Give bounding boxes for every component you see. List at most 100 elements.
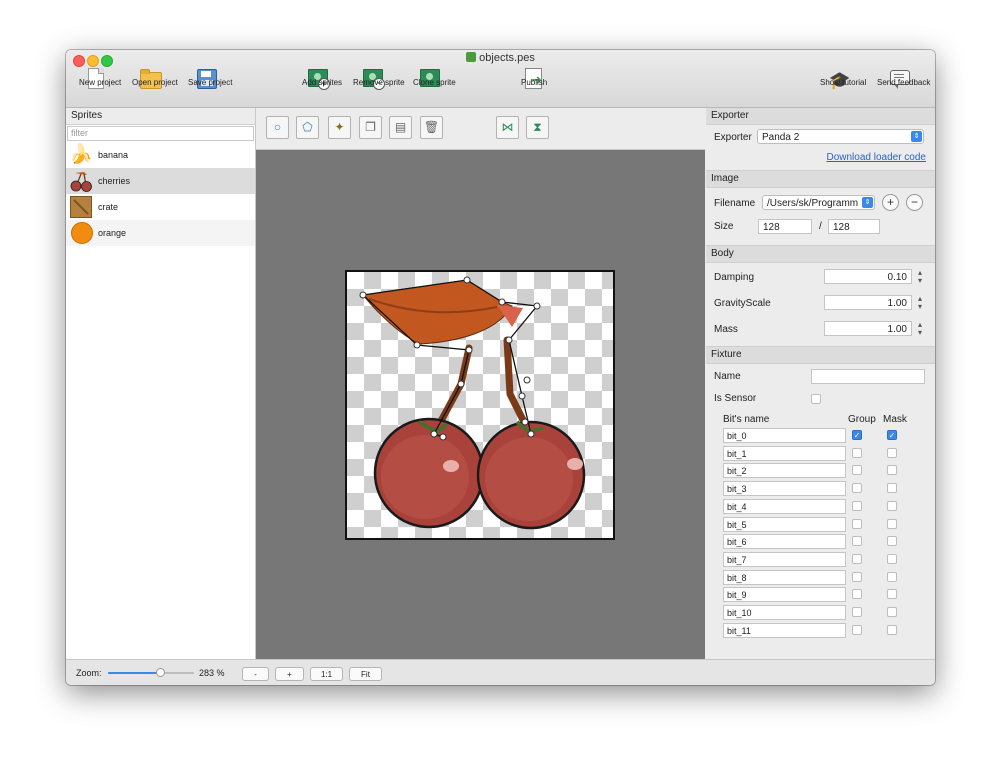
remove-image-button[interactable]: − bbox=[906, 194, 923, 211]
magic-wand-button[interactable]: ✦ bbox=[328, 116, 351, 139]
bit-name-field[interactable]: bit_2 bbox=[723, 463, 846, 479]
exporter-value: Panda 2 bbox=[762, 132, 800, 143]
publish-label: Publish bbox=[521, 78, 548, 87]
damping-stepper[interactable]: ▴ ▾ bbox=[916, 269, 924, 285]
filename-select[interactable]: /Users/sk/Programm ⇕ bbox=[762, 195, 875, 210]
sprite-canvas[interactable] bbox=[345, 270, 615, 540]
sensor-checkbox[interactable] bbox=[811, 394, 821, 404]
delete-button[interactable]: 🗑 bbox=[420, 116, 443, 139]
polygon-tool-button[interactable]: ⬠ bbox=[296, 116, 319, 139]
add-sprites-button[interactable]: + Add sprites bbox=[294, 67, 342, 90]
new-project-label: New project bbox=[79, 78, 122, 87]
remove-sprite-button[interactable]: − Remove sprite bbox=[345, 67, 405, 90]
gravity-label: GravityScale bbox=[714, 298, 771, 309]
bit-group-checkbox[interactable] bbox=[852, 553, 862, 564]
bit-name-field[interactable]: bit_9 bbox=[723, 587, 846, 603]
bit-group-checkbox[interactable] bbox=[852, 607, 862, 617]
gravity-stepper[interactable]: ▴ ▾ bbox=[916, 295, 924, 311]
exporter-label: Exporter bbox=[714, 132, 752, 143]
banana-icon: 🍌 bbox=[69, 144, 93, 165]
sprite-filter-input[interactable]: filter bbox=[67, 126, 254, 141]
gravity-field[interactable]: 1.00 bbox=[824, 295, 912, 310]
bit-group-checkbox[interactable] bbox=[852, 518, 862, 529]
bit-name-field[interactable]: bit_3 bbox=[723, 481, 846, 497]
orange-icon bbox=[71, 222, 93, 244]
download-loader-link[interactable]: Download loader code bbox=[826, 152, 926, 163]
bit-name-field[interactable]: bit_8 bbox=[723, 569, 846, 585]
bit-name-field[interactable]: bit_0 bbox=[723, 428, 846, 443]
flip-horizontal-icon: ⋈ bbox=[501, 120, 514, 134]
size-width-field[interactable]: 128 bbox=[758, 219, 812, 234]
size-height-field[interactable]: 128 bbox=[828, 219, 880, 234]
flip-vertical-button[interactable]: ⧗ bbox=[526, 116, 549, 139]
bit-group-checkbox[interactable] bbox=[852, 589, 862, 600]
circle-tool-button[interactable]: ○ bbox=[266, 116, 289, 139]
clone-sprite-button[interactable]: Clone sprite bbox=[405, 67, 456, 89]
bit-name-field[interactable]: bit_11 bbox=[723, 622, 846, 638]
bit-name-field[interactable]: bit_7 bbox=[723, 551, 846, 567]
new-project-button[interactable]: New project bbox=[71, 67, 121, 90]
bit-group-checkbox[interactable] bbox=[852, 536, 862, 547]
bit-name-field[interactable]: bit_1 bbox=[723, 445, 846, 461]
size-separator: / bbox=[819, 221, 822, 232]
bits-table: Bit's name Group Mask bit_0 ✓ ✓ bit_1 bit_2 b… bbox=[706, 410, 935, 638]
sprite-item-banana[interactable]: 🍌 banana bbox=[66, 142, 255, 168]
bit-name-field[interactable]: bit_4 bbox=[723, 498, 846, 514]
bit-mask-checkbox[interactable] bbox=[887, 571, 897, 582]
add-image-button[interactable]: + bbox=[882, 194, 899, 211]
bit-name-field[interactable]: bit_6 bbox=[723, 534, 846, 550]
filename-value: /Users/sk/Programm bbox=[767, 198, 859, 209]
bit-name-field[interactable]: bit_5 bbox=[723, 516, 846, 532]
bit-mask-checkbox[interactable] bbox=[887, 536, 897, 547]
bit-mask-checkbox[interactable] bbox=[887, 483, 897, 494]
bit-group-checkbox[interactable] bbox=[852, 624, 862, 635]
zoom-in-button[interactable]: + bbox=[275, 667, 304, 681]
zoom-out-button[interactable]: - bbox=[242, 667, 269, 681]
zoom-fit-button[interactable]: Fit bbox=[349, 667, 382, 681]
mass-field[interactable]: 1.00 bbox=[824, 321, 912, 336]
show-tutorial-button[interactable]: 🎓 Show tutorial bbox=[812, 67, 866, 90]
bit-mask-checkbox[interactable] bbox=[887, 447, 897, 458]
bit-mask-checkbox[interactable] bbox=[887, 607, 897, 617]
flip-horizontal-button[interactable]: ⋈ bbox=[496, 116, 519, 139]
sprite-item-orange[interactable]: orange bbox=[66, 220, 255, 246]
bit-mask-checkbox[interactable]: ✓ bbox=[887, 430, 897, 440]
fixture-name-field[interactable] bbox=[811, 369, 925, 384]
bit-group-checkbox[interactable] bbox=[852, 465, 862, 476]
send-feedback-button[interactable]: Send feedback bbox=[869, 67, 931, 89]
exporter-select[interactable]: Panda 2 ⇕ bbox=[757, 129, 924, 144]
fixture-name-row: Name bbox=[706, 366, 935, 388]
save-project-button[interactable]: Save project bbox=[180, 67, 232, 89]
bit-mask-checkbox[interactable] bbox=[887, 589, 897, 600]
open-project-button[interactable]: Open project bbox=[124, 67, 178, 89]
publish-button[interactable]: Publish bbox=[513, 67, 553, 89]
damping-field[interactable]: 0.10 bbox=[824, 269, 912, 284]
sprite-item-cherries[interactable]: cherries bbox=[66, 168, 255, 194]
bit-group-checkbox[interactable]: ✓ bbox=[852, 430, 862, 440]
send-feedback-label: Send feedback bbox=[877, 78, 931, 87]
gravity-row: GravityScale 1.00 ▴ ▾ bbox=[706, 291, 935, 317]
filename-row: Filename /Users/sk/Programm ⇕ + − bbox=[706, 188, 935, 218]
window-title: objects.pes bbox=[66, 52, 935, 64]
exporter-section-header: Exporter bbox=[706, 108, 935, 125]
bit-mask-checkbox[interactable] bbox=[887, 465, 897, 476]
sprite-editor: ○ ⬠ ✦ ❐ ▤ 🗑 ⋈ ⧗ bbox=[256, 108, 705, 659]
bit-mask-checkbox[interactable] bbox=[887, 553, 897, 564]
zoom-actual-size-button[interactable]: 1:1 bbox=[310, 667, 343, 681]
zoom-slider[interactable] bbox=[108, 668, 194, 677]
sprite-item-label: orange bbox=[98, 228, 127, 238]
copy-button[interactable]: ❐ bbox=[359, 116, 382, 139]
bit-group-checkbox[interactable] bbox=[852, 500, 862, 511]
bit-name-field[interactable]: bit_10 bbox=[723, 605, 846, 620]
bit-group-checkbox[interactable] bbox=[852, 571, 862, 582]
bit-group-checkbox[interactable] bbox=[852, 447, 862, 458]
bit-mask-checkbox[interactable] bbox=[887, 500, 897, 511]
sprite-item-crate[interactable]: crate bbox=[66, 194, 255, 220]
paste-button[interactable]: ▤ bbox=[389, 116, 412, 139]
minus-icon: − bbox=[910, 195, 918, 209]
zoom-slider-knob[interactable] bbox=[155, 668, 165, 677]
bit-mask-checkbox[interactable] bbox=[887, 624, 897, 635]
bit-group-checkbox[interactable] bbox=[852, 483, 862, 494]
bit-mask-checkbox[interactable] bbox=[887, 518, 897, 529]
mass-stepper[interactable]: ▴ ▾ bbox=[916, 321, 924, 337]
